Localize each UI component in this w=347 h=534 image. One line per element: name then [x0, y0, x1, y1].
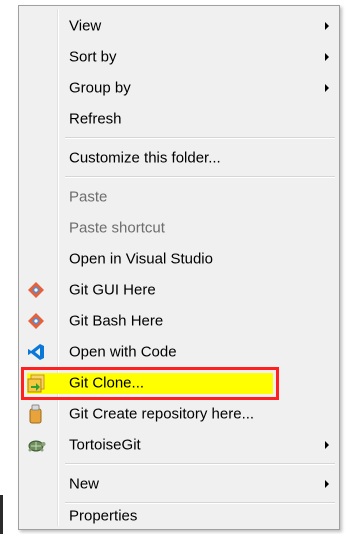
menu-item-label: Git Clone...: [69, 374, 145, 391]
menu-item-label: Git Bash Here: [69, 312, 164, 329]
menu-item-git-clone[interactable]: Git Clone...: [21, 367, 337, 400]
menu-item-properties[interactable]: Properties: [21, 505, 337, 527]
menu-item-label: Paste: [69, 188, 108, 205]
menu-separator: [65, 137, 335, 139]
git-bash-icon: [25, 310, 47, 332]
menu-item-refresh[interactable]: Refresh: [21, 103, 337, 134]
menu-item-tortoisegit[interactable]: TortoiseGit: [21, 429, 337, 460]
window-edge: [0, 495, 3, 534]
submenu-arrow-icon: [325, 440, 329, 449]
vscode-icon: [25, 341, 47, 363]
menu-item-label: Git Create repository here...: [69, 405, 255, 422]
menu-separator: [65, 502, 335, 504]
menu-separator: [65, 463, 335, 465]
highlight-fill: [27, 373, 273, 394]
menu-item-label: TortoiseGit: [69, 436, 141, 453]
menu-item-sort-by[interactable]: Sort by: [21, 41, 337, 72]
menu-item-label: New: [69, 475, 100, 492]
menu-item-open-visual-studio[interactable]: Open in Visual Studio: [21, 243, 337, 274]
menu-item-open-with-code[interactable]: Open with Code: [21, 336, 337, 367]
menu-item-label: Customize this folder...: [69, 149, 221, 166]
menu-item-view[interactable]: View: [21, 10, 337, 41]
menu-item-label: Sort by: [69, 48, 117, 65]
menu-item-label: Group by: [69, 79, 131, 96]
menu-item-git-gui-here[interactable]: Git GUI Here: [21, 274, 337, 305]
submenu-arrow-icon: [325, 83, 329, 92]
submenu-arrow-icon: [325, 52, 329, 61]
menu-item-paste[interactable]: Paste: [21, 181, 337, 212]
menu-item-label: Open in Visual Studio: [69, 250, 213, 267]
submenu-arrow-icon: [325, 21, 329, 30]
tortoisegit-icon: [25, 434, 47, 456]
git-gui-icon: [25, 279, 47, 301]
menu-item-label: Open with Code: [69, 343, 177, 360]
menu-item-customize-folder[interactable]: Customize this folder...: [21, 142, 337, 173]
git-create-repo-icon: [25, 403, 47, 425]
menu-item-new[interactable]: New: [21, 468, 337, 499]
menu-item-git-bash-here[interactable]: Git Bash Here: [21, 305, 337, 336]
context-menu: View Sort by Group by Refresh Customize …: [18, 5, 340, 530]
menu-item-label: Properties: [69, 507, 138, 525]
git-clone-icon: [25, 372, 47, 394]
menu-item-label: View: [69, 17, 102, 34]
menu-item-git-create-repository[interactable]: Git Create repository here...: [21, 398, 337, 429]
menu-item-paste-shortcut[interactable]: Paste shortcut: [21, 212, 337, 243]
menu-separator: [65, 176, 335, 178]
highlight-frame: [21, 367, 279, 400]
menu-item-label: Refresh: [69, 110, 122, 127]
submenu-arrow-icon: [325, 479, 329, 488]
menu-item-label: Git GUI Here: [69, 281, 156, 298]
menu-item-label: Paste shortcut: [69, 219, 165, 236]
menu-item-group-by[interactable]: Group by: [21, 72, 337, 103]
